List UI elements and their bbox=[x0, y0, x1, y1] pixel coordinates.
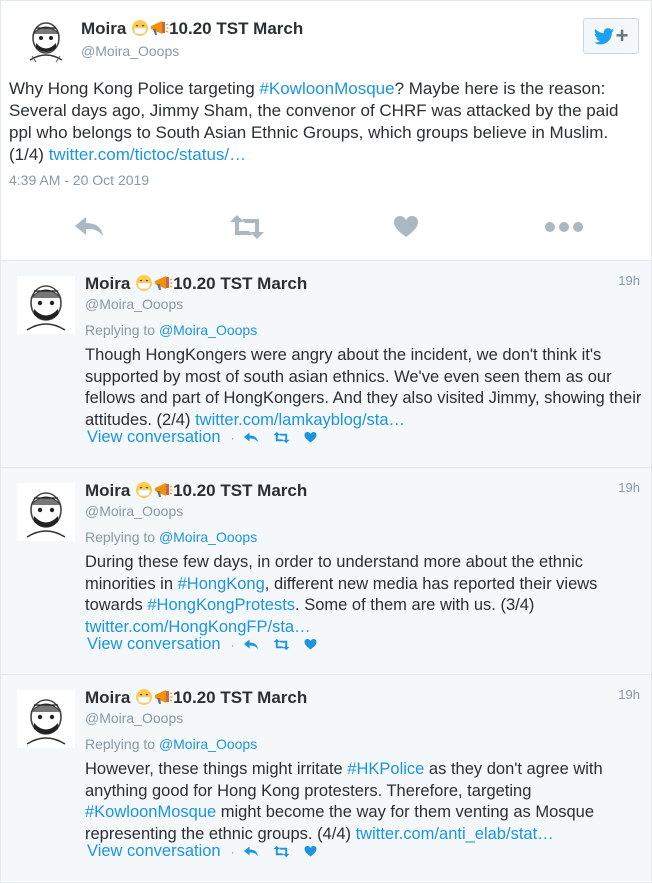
megaphone-icon bbox=[155, 483, 173, 497]
retweet-icon[interactable] bbox=[273, 638, 290, 651]
reply-thread: Moira 10.20 TST March @Moira_Ooops 19h R… bbox=[1, 261, 651, 881]
author-handle[interactable]: @Moira_Ooops bbox=[85, 503, 183, 519]
retweet-icon[interactable] bbox=[273, 845, 290, 858]
megaphone-icon bbox=[155, 690, 173, 704]
like-icon[interactable] bbox=[304, 638, 317, 651]
follow-plus: + bbox=[615, 23, 629, 48]
replying-to: Replying to @Moira_Ooops bbox=[85, 736, 258, 752]
tweet-actions bbox=[1, 214, 651, 248]
avatar[interactable] bbox=[17, 690, 75, 748]
separator: · bbox=[230, 430, 235, 445]
megaphone-icon bbox=[151, 21, 169, 35]
mask-face-emoji-icon bbox=[136, 275, 153, 291]
reply-tweet[interactable]: Moira 10.20 TST March @Moira_Ooops 19h R… bbox=[1, 468, 651, 675]
tweet-text: Why Hong Kong Police targeting #KowloonM… bbox=[9, 79, 619, 164]
reply-icon[interactable] bbox=[243, 845, 259, 858]
author-name[interactable]: Moira 10.20 TST March bbox=[81, 19, 303, 39]
hashtag-link[interactable]: #KowloonMosque bbox=[259, 79, 394, 98]
author-name[interactable]: Moira 10.20 TST March bbox=[85, 274, 307, 294]
reply-tweet[interactable]: Moira 10.20 TST March @Moira_Ooops 19h R… bbox=[1, 675, 651, 881]
hashtag-link[interactable]: #KowloonMosque bbox=[85, 803, 216, 821]
reply-footer: View conversation · bbox=[87, 635, 331, 654]
avatar[interactable] bbox=[17, 483, 75, 541]
megaphone-icon bbox=[155, 276, 173, 290]
separator: · bbox=[230, 844, 235, 859]
replying-handle-link[interactable]: @Moira_Ooops bbox=[159, 529, 257, 545]
view-conversation-link[interactable]: View conversation bbox=[87, 635, 221, 654]
more-icon[interactable] bbox=[544, 218, 586, 236]
reply-text: However, these things might irritate #HK… bbox=[85, 760, 603, 843]
replying-handle-link[interactable]: @Moira_Ooops bbox=[159, 736, 257, 752]
like-icon[interactable] bbox=[304, 431, 317, 444]
separator: · bbox=[230, 637, 235, 652]
replying-to: Replying to @Moira_Ooops bbox=[85, 322, 258, 338]
replying-to: Replying to @Moira_Ooops bbox=[85, 529, 258, 545]
author-handle[interactable]: @Moira_Ooops bbox=[85, 296, 183, 312]
tweet-embed: Moira 10.20 TST March @Moira_Ooops + Why… bbox=[0, 0, 652, 883]
view-conversation-link[interactable]: View conversation bbox=[87, 842, 221, 861]
like-icon[interactable] bbox=[393, 214, 419, 240]
reply-icon[interactable] bbox=[243, 431, 259, 444]
reply-time[interactable]: 19h bbox=[618, 687, 640, 702]
author-handle[interactable]: @Moira_Ooops bbox=[85, 710, 183, 726]
reply-time[interactable]: 19h bbox=[618, 273, 640, 288]
author-name[interactable]: Moira 10.20 TST March bbox=[85, 481, 307, 501]
replying-handle-link[interactable]: @Moira_Ooops bbox=[159, 322, 257, 338]
reply-icon[interactable] bbox=[73, 214, 105, 240]
follow-button[interactable]: + bbox=[583, 18, 639, 54]
reply-footer: View conversation · bbox=[87, 842, 331, 861]
tweet-timestamp[interactable]: 4:39 AM - 20 Oct 2019 bbox=[9, 172, 149, 188]
author-handle[interactable]: @Moira_Ooops bbox=[81, 43, 179, 59]
hashtag-link[interactable]: #HongKong bbox=[178, 575, 265, 593]
reply-footer: View conversation · bbox=[87, 428, 331, 447]
reply-icon[interactable] bbox=[243, 638, 259, 651]
reply-tweet[interactable]: Moira 10.20 TST March @Moira_Ooops 19h R… bbox=[1, 261, 651, 468]
mask-face-emoji-icon bbox=[136, 689, 153, 705]
tweet-link[interactable]: twitter.com/HongKongFP/sta… bbox=[85, 618, 311, 636]
like-icon[interactable] bbox=[304, 845, 317, 858]
tweet-link[interactable]: twitter.com/anti_elab/stat… bbox=[356, 825, 554, 843]
tweet-link[interactable]: twitter.com/tictoc/status/… bbox=[49, 145, 246, 164]
retweet-icon[interactable] bbox=[229, 214, 265, 240]
reply-text: During these few days, in order to under… bbox=[85, 553, 598, 636]
view-conversation-link[interactable]: View conversation bbox=[87, 428, 221, 447]
mask-face-emoji-icon bbox=[132, 20, 149, 36]
hashtag-link[interactable]: #HKPolice bbox=[347, 760, 424, 778]
mask-face-emoji-icon bbox=[136, 482, 153, 498]
author-name[interactable]: Moira 10.20 TST March bbox=[85, 688, 307, 708]
main-tweet: Moira 10.20 TST March @Moira_Ooops + Why… bbox=[1, 1, 651, 261]
twitter-bird-icon bbox=[593, 27, 614, 44]
reply-time[interactable]: 19h bbox=[618, 480, 640, 495]
hashtag-link[interactable]: #HongKongProtests bbox=[147, 596, 295, 614]
avatar[interactable] bbox=[17, 276, 75, 334]
tweet-link[interactable]: twitter.com/lamkayblog/sta… bbox=[195, 411, 405, 429]
retweet-icon[interactable] bbox=[273, 431, 290, 444]
reply-text: Though HongKongers were angry about the … bbox=[85, 346, 642, 429]
avatar[interactable] bbox=[22, 16, 70, 64]
